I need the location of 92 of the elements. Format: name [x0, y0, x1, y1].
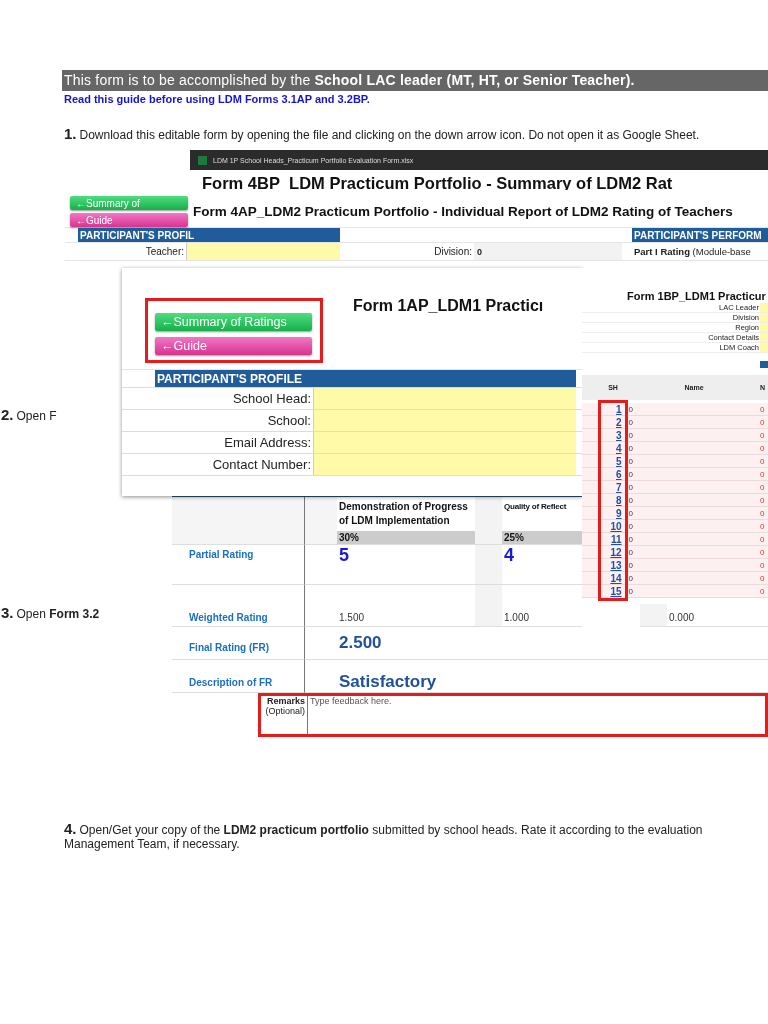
table-cell: 0 [627, 404, 633, 414]
sheet-title: Form 4AP_LDM2 Practicum Portfolio - Individual Report of LDM2 Rating of Teachers [193, 203, 733, 219]
field-label: Email Address: [223, 434, 312, 452]
form-header-banner: This form is to be accomplished by the School LAC leader (MT, HT, or Senior Teacher). [62, 70, 768, 91]
table-cell-text: 0 [759, 443, 765, 453]
table-cell [582, 559, 598, 572]
input-field[interactable] [313, 410, 576, 431]
table-cell: 0 [627, 495, 633, 505]
step-text: 3. Open Form 3.2 [1, 604, 100, 621]
table-cell: 0 [627, 560, 633, 570]
table-cell [582, 481, 598, 494]
step-text: 1. Download this editable form by opening the file and clicking on the down arrow icon. Do not open it as Google Sheet. [64, 127, 701, 142]
table-cell: 0 [627, 534, 633, 544]
table-cell [582, 533, 598, 546]
table-cell-text: 0 [759, 495, 765, 505]
field-label: School: [266, 412, 312, 430]
rating-value: 5 [338, 545, 349, 566]
table-cell: 0 [627, 430, 633, 440]
placeholder-text: Type feedback here. [309, 696, 392, 708]
column-header: Demonstration of Progress of LDM Implementation [338, 500, 469, 528]
table-cell [582, 442, 598, 455]
table-cell: 0 [627, 586, 633, 596]
sheet-title: Form 1BP_LDM1 Practicur [626, 289, 767, 303]
row-label: Weighted Rating [188, 612, 269, 625]
table-cell-text: 0 [759, 521, 765, 531]
table-cell: 0 [627, 456, 633, 466]
weight-cell: 30% [337, 531, 475, 544]
table-cell [582, 403, 598, 416]
table-cell-text: 0 [759, 417, 765, 427]
field-label: Remarks [266, 696, 305, 706]
input-field[interactable] [313, 432, 576, 453]
table-cell-text: 0 [759, 482, 765, 492]
section-header: PARTICIPANT'S PERFORM [632, 228, 768, 242]
rating-value: 1.000 [503, 612, 530, 625]
row-label: Description of FR [188, 677, 274, 690]
rating-description: Satisfactory [338, 672, 437, 692]
spreadsheet-icon [198, 155, 207, 165]
input-field[interactable] [313, 388, 576, 409]
table-cell [582, 455, 598, 468]
step-text: 2. Open F [1, 406, 57, 423]
field-label: Division: [433, 245, 473, 259]
rating-value: 0.000 [668, 612, 695, 625]
sheet-title: Form 4BP_LDM Practicum Portfolio - Summary of LDM2 Rat [201, 173, 674, 192]
table-cell [582, 507, 598, 520]
table-cell: 0 [627, 508, 633, 518]
table-cell-text: 0 [759, 534, 765, 544]
sheet-title: Form 1AP_LDM1 Practicı [353, 297, 544, 315]
field-label: Teacher: [144, 245, 185, 259]
weight-cell: 25% [502, 531, 582, 544]
guide-note: Read this guide before using LDM Forms 3.1AP and 3.2BP. [64, 93, 371, 105]
table-cell [582, 416, 598, 429]
column-header: Quality of Reflect [503, 501, 567, 513]
row-label: Final Rating (FR) [188, 642, 270, 655]
field-label: Part I Rating (Module-base [633, 245, 752, 259]
rating-value: 1.500 [338, 612, 365, 625]
table-cell [582, 546, 598, 559]
table-cell: 0 [627, 469, 633, 479]
row-label: Partial Rating [188, 548, 255, 560]
table-cell [582, 520, 598, 533]
table-cell: 0 [627, 521, 633, 531]
table-cell-text: 0 [759, 586, 765, 596]
table-cell-text: 0 [759, 469, 765, 479]
table-cell [582, 468, 598, 481]
section-header: PARTICIPANT'S PROFIL [78, 228, 340, 242]
table-cell-text: 0 [759, 573, 765, 583]
table-cell-text: 0 [759, 560, 765, 570]
table-cell-text: 0 [759, 404, 765, 414]
table-cell-text: 0 [759, 456, 765, 466]
step-text: 4. Open/Get your copy of the LDM2 practicum portfolio submitted by school heads. Rate it according to the evaluation Management Team, if necessary. [64, 822, 704, 851]
table-cell [582, 494, 598, 507]
table-cell [582, 429, 598, 442]
table-cell-text: 0 [759, 547, 765, 557]
section-header: PARTICIPANT'S PROFILE [155, 370, 576, 387]
rating-value: 4 [503, 545, 514, 566]
table-cell: 0 [627, 482, 633, 492]
table-cell: 0 [627, 417, 633, 427]
table-cell-text: 0 [759, 430, 765, 440]
field-value: 0 [474, 243, 622, 260]
input-field[interactable] [313, 454, 576, 475]
input-field[interactable] [186, 243, 340, 260]
remarks-field[interactable]: Remarks (Optional) Type feedback here. [258, 693, 768, 737]
final-rating: 2.500 [338, 633, 382, 653]
table-cell: 0 [627, 443, 633, 453]
field-label: School Head: [231, 390, 312, 408]
table-cell-text: 0 [759, 508, 765, 518]
table-cell: 0 [627, 547, 633, 557]
field-label: (Optional) [265, 706, 305, 716]
table-cell [582, 585, 598, 598]
table-cell [582, 572, 598, 585]
section-header [760, 361, 768, 368]
field-label: Contact Number: [211, 456, 312, 474]
table-cell: 0 [627, 573, 633, 583]
